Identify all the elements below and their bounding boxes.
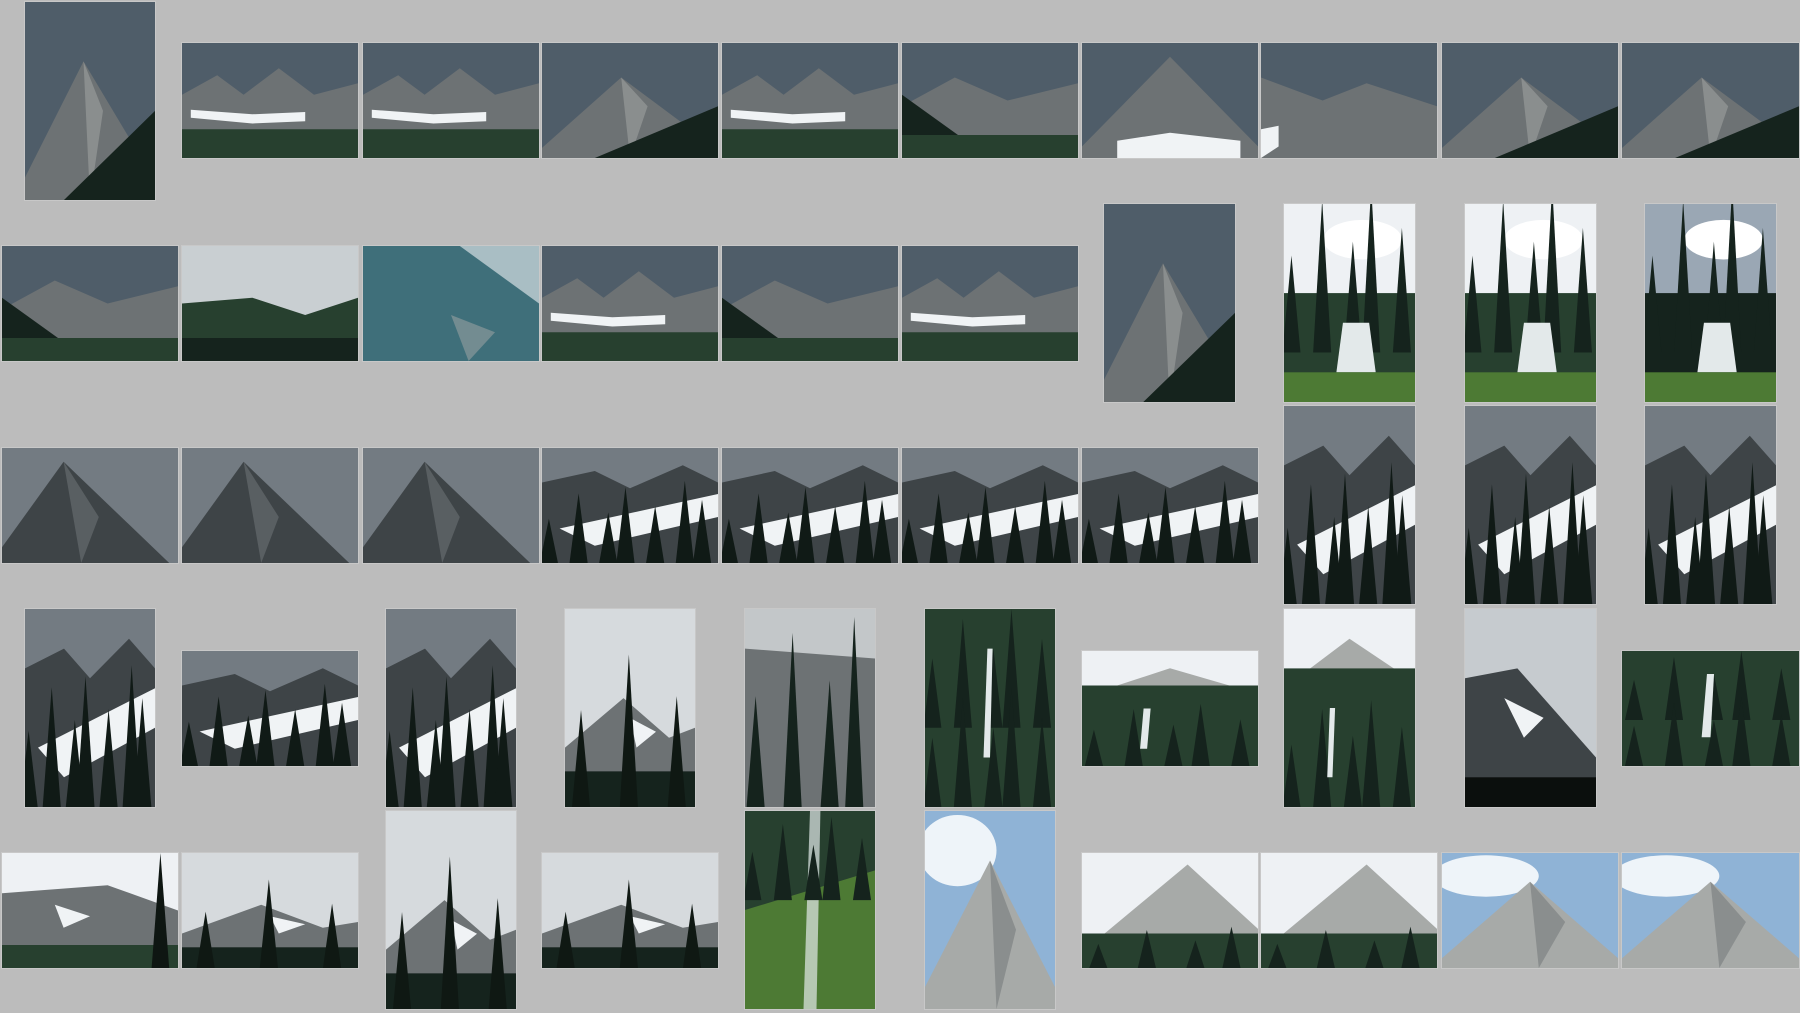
photo-thumbnail[interactable] bbox=[1081, 42, 1259, 159]
photo-thumbnail[interactable] bbox=[541, 245, 719, 362]
photo-thumbnail[interactable] bbox=[181, 245, 359, 362]
photo-thumbnail[interactable] bbox=[362, 245, 540, 362]
photo-thumbnail[interactable] bbox=[1464, 608, 1597, 808]
photo-thumbnail[interactable] bbox=[1441, 42, 1619, 159]
photo-thumbnail[interactable] bbox=[24, 1, 156, 201]
photo-thumbnail[interactable] bbox=[924, 810, 1056, 1010]
photo-thumbnail[interactable] bbox=[901, 447, 1079, 564]
photo-thumbnail[interactable] bbox=[1464, 203, 1597, 403]
photo-thumbnail[interactable] bbox=[1283, 203, 1416, 403]
photo-thumbnail[interactable] bbox=[1283, 405, 1416, 605]
photo-thumbnail[interactable] bbox=[1644, 405, 1777, 605]
photo-thumbnail[interactable] bbox=[1081, 650, 1259, 767]
photo-thumbnail[interactable] bbox=[1260, 852, 1438, 969]
photo-thumbnail[interactable] bbox=[1260, 42, 1438, 159]
photo-thumbnail[interactable] bbox=[362, 447, 540, 564]
photo-thumbnail[interactable] bbox=[901, 42, 1079, 159]
photo-thumbnail[interactable] bbox=[721, 42, 899, 159]
photo-thumbnail[interactable] bbox=[721, 447, 899, 564]
photo-thumbnail[interactable] bbox=[1283, 608, 1416, 808]
photo-thumbnail[interactable] bbox=[181, 650, 359, 767]
photo-thumbnail[interactable] bbox=[385, 608, 517, 808]
photo-thumbnail[interactable] bbox=[744, 810, 876, 1010]
photo-thumbnail[interactable] bbox=[721, 245, 899, 362]
photo-thumbnail[interactable] bbox=[1, 447, 179, 564]
photo-thumbnail[interactable] bbox=[541, 852, 719, 969]
photo-thumbnail[interactable] bbox=[1081, 852, 1259, 969]
photo-thumbnail[interactable] bbox=[1621, 852, 1800, 969]
photo-thumbnail[interactable] bbox=[541, 447, 719, 564]
photo-thumbnail[interactable] bbox=[181, 42, 359, 159]
photo-grid bbox=[0, 0, 1800, 1013]
photo-thumbnail[interactable] bbox=[362, 42, 540, 159]
photo-thumbnail[interactable] bbox=[541, 42, 719, 159]
photo-thumbnail[interactable] bbox=[1103, 203, 1236, 403]
photo-thumbnail[interactable] bbox=[564, 608, 696, 808]
photo-thumbnail[interactable] bbox=[744, 608, 876, 808]
photo-thumbnail[interactable] bbox=[1441, 852, 1619, 969]
photo-thumbnail[interactable] bbox=[1, 852, 179, 969]
photo-thumbnail[interactable] bbox=[1081, 447, 1259, 564]
photo-thumbnail[interactable] bbox=[181, 852, 359, 969]
photo-thumbnail[interactable] bbox=[1621, 650, 1800, 767]
photo-thumbnail[interactable] bbox=[385, 810, 517, 1010]
photo-thumbnail[interactable] bbox=[1, 245, 179, 362]
photo-thumbnail[interactable] bbox=[24, 608, 156, 808]
photo-thumbnail[interactable] bbox=[901, 245, 1079, 362]
photo-thumbnail[interactable] bbox=[1621, 42, 1800, 159]
photo-thumbnail[interactable] bbox=[1644, 203, 1777, 403]
photo-thumbnail[interactable] bbox=[1464, 405, 1597, 605]
photo-thumbnail[interactable] bbox=[924, 608, 1056, 808]
photo-thumbnail[interactable] bbox=[181, 447, 359, 564]
